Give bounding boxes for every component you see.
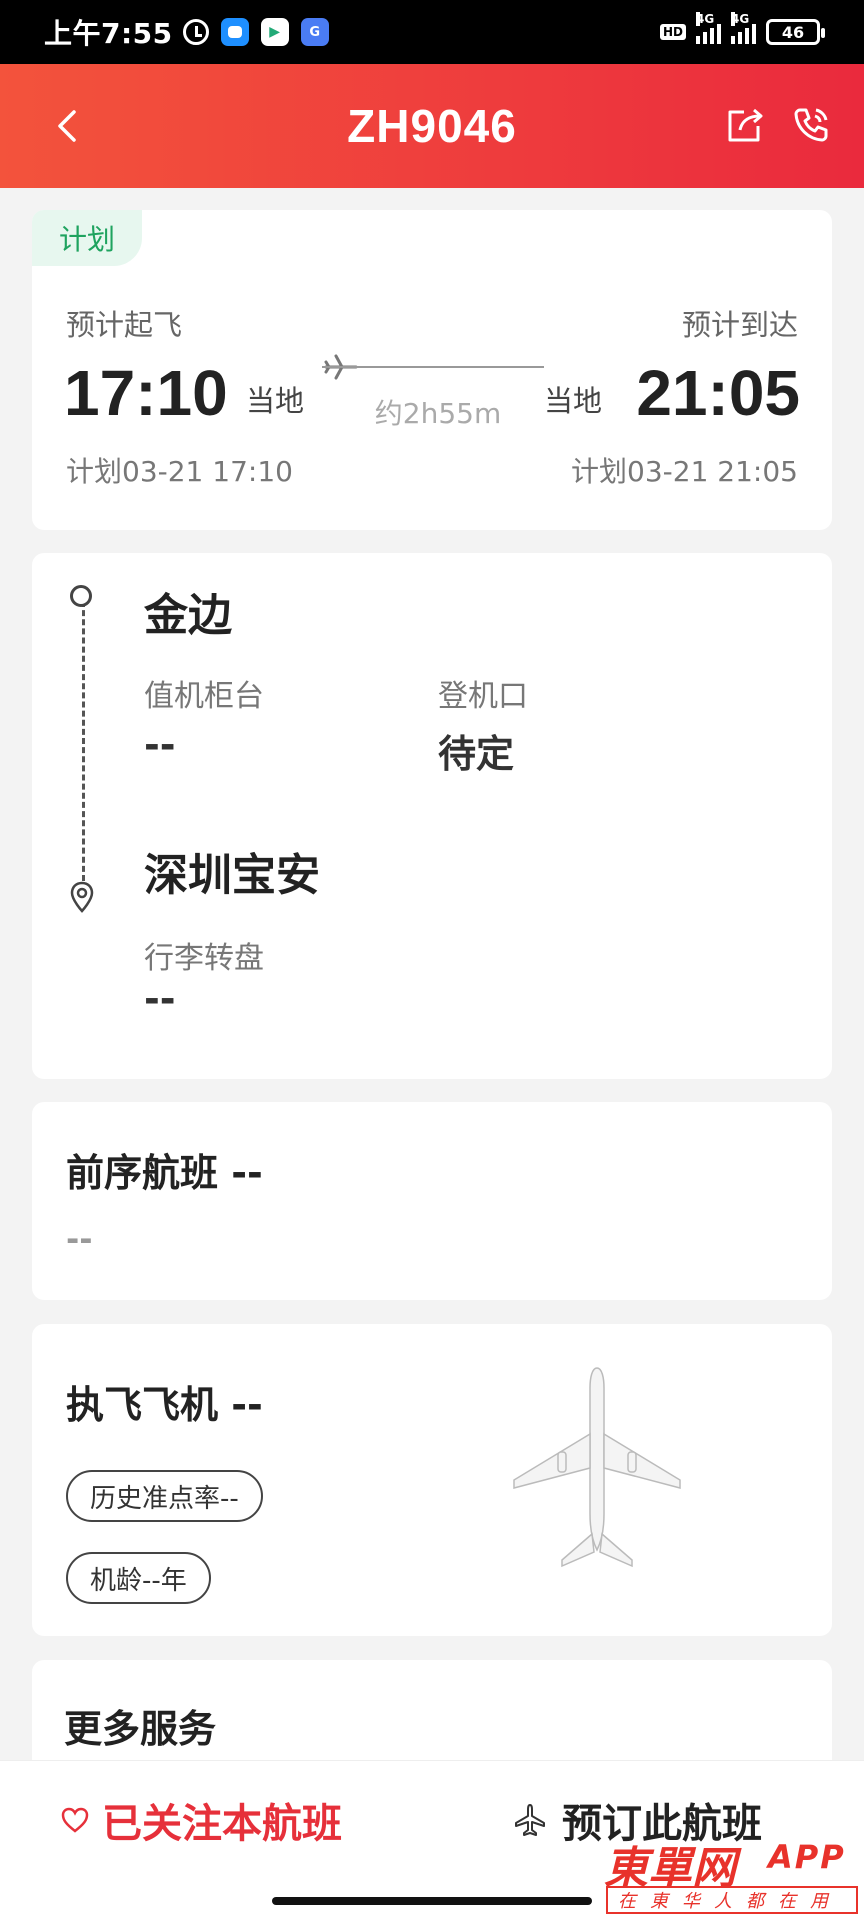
location-pin-icon (70, 881, 94, 913)
watermark-tagline: 在東华人都在用 (606, 1886, 858, 1914)
translate-app-icon: G (300, 18, 329, 46)
app-header: ZH9046 (0, 64, 864, 188)
arrive-planned-time: 计划03-21 21:05 (571, 455, 798, 488)
watermark-logo: 東單网 APP 在東华人都在用 (604, 1832, 860, 1916)
previous-flight-card[interactable]: 前序航班 -- -- (32, 1102, 832, 1300)
signal-icon: 4G (696, 12, 721, 44)
baggage-carousel-label: 行李转盘 (144, 941, 264, 976)
follow-flight-label: 已关注本航班 (102, 1801, 342, 1847)
share-icon[interactable] (724, 104, 766, 146)
checkin-counter-value: -- (144, 723, 176, 767)
flight-path-line (322, 366, 544, 368)
flight-number-title: ZH9046 (347, 100, 517, 152)
home-indicator[interactable] (272, 1897, 592, 1905)
depart-local-label: 当地 (246, 384, 305, 418)
alarm-icon (182, 19, 209, 45)
origin-dot-icon (70, 585, 92, 607)
gate-label: 登机口 (438, 679, 528, 714)
more-services-title: 更多服务 (64, 1707, 217, 1751)
hd-badge: HD (659, 24, 686, 40)
route-dashed-line (82, 601, 85, 881)
origin-city: 金边 (144, 590, 232, 641)
back-icon[interactable] (50, 108, 86, 144)
aircraft-title: 执飞飞机 -- (66, 1383, 263, 1427)
phone-icon[interactable] (790, 104, 832, 146)
heart-icon (61, 1807, 89, 1833)
schedule-card: 计划 预计起飞 预计到达 17:10 当地 约2h55m 当地 21:05 计划… (32, 210, 832, 530)
arrive-label: 预计到达 (681, 308, 798, 342)
arrive-local-label: 当地 (544, 384, 603, 418)
signal-icon-2: 4G (731, 12, 756, 44)
watermark-app-text: APP (768, 1838, 846, 1876)
depart-label: 预计起飞 (66, 308, 183, 342)
message-app-icon (220, 18, 249, 46)
ontime-rate-pill: 历史准点率-- (66, 1470, 263, 1522)
gate-value: 待定 (438, 732, 515, 776)
previous-flight-value: -- (66, 1220, 93, 1258)
arrive-time: 21:05 (636, 357, 800, 429)
airplane-icon (515, 1804, 545, 1836)
aircraft-card: 执飞飞机 -- 历史准点率-- 机龄--年 (32, 1324, 832, 1636)
flight-duration: 约2h55m (374, 397, 502, 430)
status-time: 上午7:55 (44, 17, 173, 50)
play-store-icon: ▶ (260, 18, 289, 46)
follow-flight-button[interactable]: 已关注本航班 (60, 1791, 342, 1849)
destination-city: 深圳宝安 (144, 850, 320, 901)
aircraft-illustration-icon (513, 1367, 681, 1568)
status-bar: 上午7:55 ▶ G HD 4G 4G 46 (0, 0, 864, 64)
route-card: 金边 值机柜台 -- 登机口 待定 深圳宝安 行李转盘 -- (32, 553, 832, 1079)
previous-flight-title: 前序航班 -- (66, 1151, 263, 1195)
depart-planned-time: 计划03-21 17:10 (66, 455, 293, 488)
plan-status-badge: 计划 (32, 210, 142, 266)
aircraft-age-pill: 机龄--年 (66, 1552, 211, 1604)
depart-time: 17:10 (64, 357, 228, 429)
baggage-carousel-value: -- (144, 977, 176, 1021)
battery-icon: 46 (766, 19, 825, 45)
checkin-counter-label: 值机柜台 (144, 679, 264, 714)
